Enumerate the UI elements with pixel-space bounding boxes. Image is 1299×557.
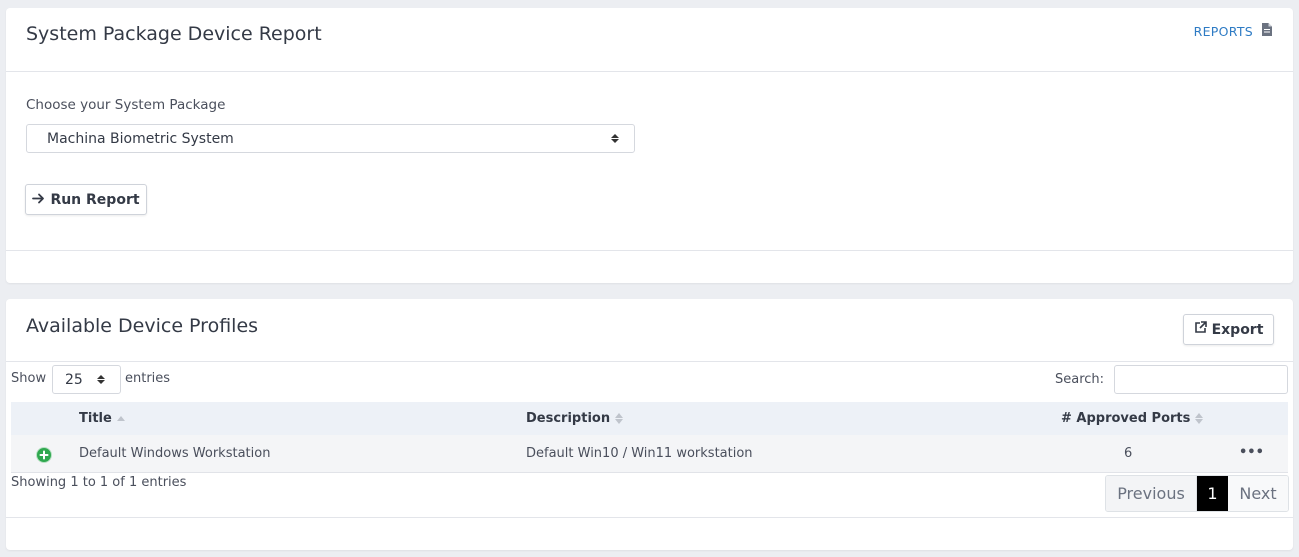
column-description[interactable]: Description xyxy=(526,402,624,435)
row-title: Default Windows Workstation xyxy=(79,446,271,461)
export-label: Export xyxy=(1211,321,1264,338)
column-approved-ports[interactable]: # Approved Ports xyxy=(1061,402,1204,435)
card-header-divider xyxy=(6,71,1293,72)
sort-icon xyxy=(1195,413,1204,424)
table-row[interactable]: Default Windows Workstation Default Win1… xyxy=(11,435,1288,473)
table-header: Title Description # Approved Ports xyxy=(11,402,1288,435)
report-card: System Package Device Report REPORTS Cho… xyxy=(6,8,1293,283)
external-link-icon xyxy=(1194,321,1207,338)
card-footer-divider xyxy=(6,250,1293,251)
reports-link[interactable]: REPORTS xyxy=(1194,23,1272,39)
show-label: Show xyxy=(11,371,47,386)
profiles-header-divider xyxy=(6,361,1293,362)
search-label: Search: xyxy=(1055,372,1105,387)
profiles-title: Available Device Profiles xyxy=(26,315,259,337)
row-description: Default Win10 / Win11 workstation xyxy=(526,446,753,461)
pagination: Previous 1 Next xyxy=(1105,475,1289,512)
table-info: Showing 1 to 1 of 1 entries xyxy=(11,475,187,490)
pagination-page-1[interactable]: 1 xyxy=(1197,476,1228,511)
page-title: System Package Device Report xyxy=(26,23,322,45)
pagination-previous[interactable]: Previous xyxy=(1106,476,1197,511)
reports-link-label: REPORTS xyxy=(1193,23,1253,39)
document-icon xyxy=(1262,23,1272,39)
plus-circle-icon[interactable] xyxy=(36,447,52,463)
search-input[interactable] xyxy=(1114,365,1288,394)
select-arrows-icon xyxy=(97,375,105,384)
row-approved-ports: 6 xyxy=(1124,446,1133,461)
profiles-footer-divider xyxy=(6,517,1293,518)
entries-value: 25 xyxy=(65,371,83,388)
sort-icon xyxy=(615,413,624,424)
pagination-next[interactable]: Next xyxy=(1228,476,1288,511)
profiles-card: Available Device Profiles Export Show 25… xyxy=(6,299,1293,550)
system-package-select[interactable]: Machina Biometric System xyxy=(26,124,635,153)
selected-package: Machina Biometric System xyxy=(47,130,234,147)
arrow-right-icon xyxy=(32,192,45,208)
entries-per-page-select[interactable]: 25 xyxy=(52,365,121,394)
more-horizontal-icon[interactable]: ••• xyxy=(1239,445,1264,460)
export-button[interactable]: Export xyxy=(1183,314,1274,345)
run-report-button[interactable]: Run Report xyxy=(25,184,147,215)
sort-asc-icon xyxy=(116,416,125,421)
run-report-label: Run Report xyxy=(50,191,140,208)
choose-package-label: Choose your System Package xyxy=(26,97,226,113)
entries-label: entries xyxy=(125,371,171,386)
column-title[interactable]: Title xyxy=(79,402,125,435)
select-arrows-icon xyxy=(611,134,619,143)
